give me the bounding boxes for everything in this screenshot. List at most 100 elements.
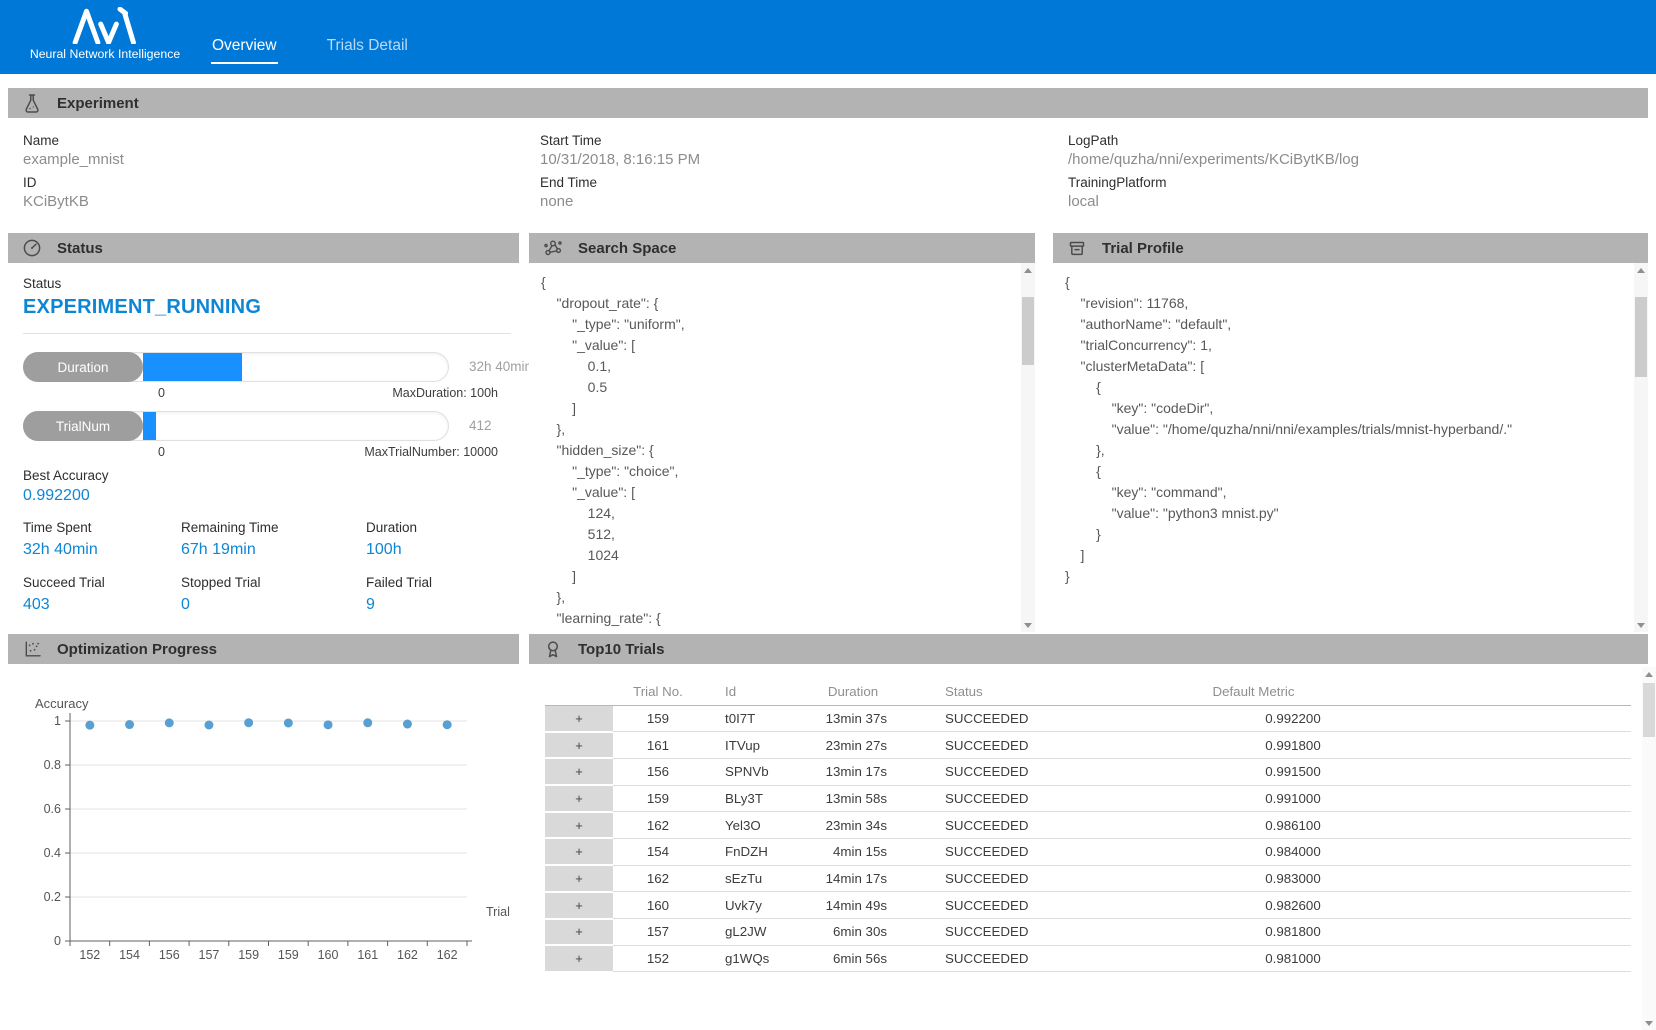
scroll-down-icon[interactable] xyxy=(1642,1016,1656,1030)
svg-text:0.4: 0.4 xyxy=(44,846,61,860)
expand-row-button[interactable]: + xyxy=(545,865,613,892)
trialnum-max: MaxTrialNumber: 10000 xyxy=(364,445,498,459)
table-row: +154FnDZH4min 15sSUCCEEDED0.984000 xyxy=(545,838,1631,865)
optimization-section-header: Optimization Progress xyxy=(8,634,519,664)
experiment-column: Start Time10/31/2018, 8:16:15 PMEnd Time… xyxy=(525,126,1053,210)
scroll-down-icon[interactable] xyxy=(1021,618,1035,632)
duration-progress-range: 0 MaxDuration: 100h xyxy=(158,386,498,400)
tab-trials-detail[interactable]: Trials Detail xyxy=(326,37,409,64)
best-accuracy-value: 0.992200 xyxy=(23,487,90,505)
data-point[interactable] xyxy=(85,721,94,730)
svg-text:154: 154 xyxy=(119,948,140,962)
trial-profile-scrollbar[interactable] xyxy=(1634,263,1648,632)
expand-row-button[interactable]: + xyxy=(545,919,613,946)
stat-label: Failed Trial xyxy=(366,575,432,596)
duration-cell: 6min 30s xyxy=(803,919,903,946)
duration-progress-fill xyxy=(143,353,242,381)
column-header: Status xyxy=(903,677,1103,706)
search-space-scrollbar[interactable] xyxy=(1021,263,1035,632)
status-panel: Status EXPERIMENT_RUNNING Duration 32h 4… xyxy=(8,263,519,632)
duration-cell: 23min 27s xyxy=(803,732,903,759)
data-point[interactable] xyxy=(363,718,372,727)
status-cell: SUCCEEDED xyxy=(903,706,1103,732)
data-point[interactable] xyxy=(244,718,253,727)
medal-icon xyxy=(543,639,563,659)
filler-cell xyxy=(1483,812,1631,839)
data-point[interactable] xyxy=(403,720,412,729)
stat-value: 67h 19min xyxy=(181,541,366,575)
trial-no-cell: 157 xyxy=(613,919,703,946)
trial-id-cell: Yel3O xyxy=(703,812,803,839)
stat-value: 0 xyxy=(181,596,366,630)
status-cell: SUCCEEDED xyxy=(903,732,1103,759)
trial-id-cell: BLy3T xyxy=(703,785,803,812)
tab-overview[interactable]: Overview xyxy=(211,37,278,64)
trial-id-cell: sEzTu xyxy=(703,865,803,892)
duration-progress-bar: Duration xyxy=(23,352,449,382)
duration-cell: 13min 17s xyxy=(803,758,903,785)
svg-text:Accuracy: Accuracy xyxy=(35,696,89,711)
table-row: +162sEzTu14min 17sSUCCEEDED0.983000 xyxy=(545,865,1631,892)
trialnum-progress-fill xyxy=(143,412,156,440)
trial-no-cell: 159 xyxy=(613,785,703,812)
data-point[interactable] xyxy=(204,721,213,730)
experiment-field-value: KCiBytKB xyxy=(23,193,525,210)
status-cell: SUCCEEDED xyxy=(903,785,1103,812)
divider xyxy=(23,333,511,334)
nni-logo: Neural Network Intelligence xyxy=(20,7,190,61)
trial-profile-section-title: Trial Profile xyxy=(1102,240,1184,257)
stat-label: Duration xyxy=(366,520,432,541)
scatter-plot-icon xyxy=(22,639,42,659)
table-row: +160Uvk7y14min 49sSUCCEEDED0.982600 xyxy=(545,892,1631,919)
trial-id-cell: SPNVb xyxy=(703,758,803,785)
duration-max: MaxDuration: 100h xyxy=(392,386,498,400)
default-metric-cell: 0.982600 xyxy=(1103,892,1483,919)
trial-profile-json: { "revision": 11768, "authorName": "defa… xyxy=(1053,263,1648,587)
expand-row-button[interactable]: + xyxy=(545,758,613,785)
top10-trials-table: Trial No.IdDurationStatusDefault Metric+… xyxy=(545,677,1631,973)
expand-row-button[interactable]: + xyxy=(545,945,613,972)
expand-row-button[interactable]: + xyxy=(545,706,613,732)
data-point[interactable] xyxy=(324,720,333,729)
trial-id-cell: FnDZH xyxy=(703,838,803,865)
svg-text:162: 162 xyxy=(437,948,458,962)
scrollbar-thumb[interactable] xyxy=(1022,297,1034,365)
data-point[interactable] xyxy=(443,720,452,729)
duration-cell: 14min 49s xyxy=(803,892,903,919)
experiment-field-label: Start Time xyxy=(540,126,1053,151)
data-point[interactable] xyxy=(284,718,293,727)
duration-min: 0 xyxy=(158,386,165,400)
experiment-field-label: TrainingPlatform xyxy=(1068,168,1648,193)
top10-section-header: Top10 Trials xyxy=(529,634,1648,664)
scroll-up-icon[interactable] xyxy=(1021,263,1035,277)
duration-cell: 13min 58s xyxy=(803,785,903,812)
expand-row-button[interactable]: + xyxy=(545,892,613,919)
experiment-field-label: Name xyxy=(23,126,525,151)
best-accuracy-label: Best Accuracy xyxy=(23,468,109,483)
expand-row-button[interactable]: + xyxy=(545,785,613,812)
status-section-header: Status xyxy=(8,233,519,263)
data-point[interactable] xyxy=(125,720,134,729)
stat-value: 403 xyxy=(23,596,181,630)
expand-row-button[interactable]: + xyxy=(545,812,613,839)
expand-row-button[interactable]: + xyxy=(545,838,613,865)
page-scrollbar[interactable] xyxy=(1642,667,1656,1030)
expand-row-button[interactable]: + xyxy=(545,732,613,759)
data-point[interactable] xyxy=(165,718,174,727)
column-header: Duration xyxy=(803,677,903,706)
molecule-icon xyxy=(543,238,563,258)
scroll-down-icon[interactable] xyxy=(1634,618,1648,632)
stat-label: Time Spent xyxy=(23,520,181,541)
scroll-up-icon[interactable] xyxy=(1634,263,1648,277)
trial-no-cell: 162 xyxy=(613,812,703,839)
column-header: Default Metric xyxy=(1103,677,1483,706)
scroll-up-icon[interactable] xyxy=(1642,667,1656,681)
scrollbar-thumb[interactable] xyxy=(1635,297,1647,377)
accuracy-scatter-svg: 00.20.40.60.8115215415615715915916016116… xyxy=(8,663,519,993)
archive-box-icon xyxy=(1067,238,1087,258)
scrollbar-thumb[interactable] xyxy=(1643,683,1655,737)
trial-no-cell: 161 xyxy=(613,732,703,759)
status-cell: SUCCEEDED xyxy=(903,865,1103,892)
default-metric-cell: 0.983000 xyxy=(1103,865,1483,892)
table-row: +157gL2JW6min 30sSUCCEEDED0.981800 xyxy=(545,919,1631,946)
